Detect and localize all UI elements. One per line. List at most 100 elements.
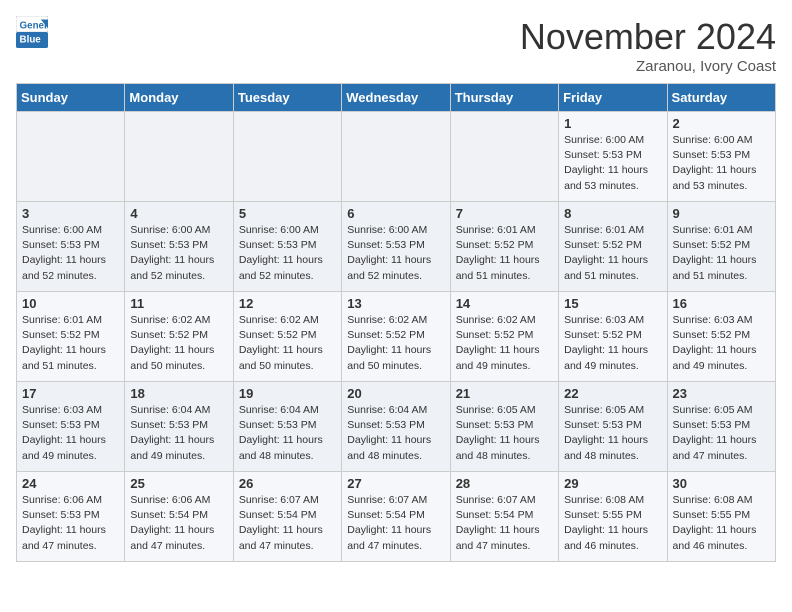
calendar-cell: 6 Sunrise: 6:00 AM Sunset: 5:53 PM Daylig… [342, 202, 450, 292]
day-info: Sunrise: 6:02 AM Sunset: 5:52 PM Dayligh… [239, 313, 336, 374]
calendar-cell: 4Sunrise: 6:00 AM Sunset: 5:53 PM Daylig… [125, 202, 233, 292]
calendar-cell: 8 Sunrise: 6:01 AM Sunset: 5:52 PM Daylig… [559, 202, 667, 292]
calendar-week-3: 10 Sunrise: 6:01 AM Sunset: 5:52 PM Dayli… [17, 292, 776, 382]
calendar-week-2: 3 Sunrise: 6:00 AM Sunset: 5:53 PM Daylig… [17, 202, 776, 292]
day-number: 5 [239, 206, 336, 221]
calendar-cell: 17 Sunrise: 6:03 AM Sunset: 5:53 PM Dayli… [17, 382, 125, 472]
day-header-monday: Monday [125, 84, 233, 112]
day-number: 14 [456, 296, 553, 311]
day-number: 15 [564, 296, 661, 311]
page-header: General Blue November 2024 Zaranou, Ivor… [16, 16, 776, 75]
day-info: Sunrise: 6:01 AM Sunset: 5:52 PM Dayligh… [564, 223, 661, 284]
day-info: Sunrise: 6:00 AM Sunset: 5:53 PM Dayligh… [564, 133, 661, 194]
day-info: Sunrise: 6:01 AM Sunset: 5:52 PM Dayligh… [456, 223, 553, 284]
day-info: Sunrise: 6:00 AM Sunset: 5:53 PM Dayligh… [673, 133, 770, 194]
day-number: 12 [239, 296, 336, 311]
day-info: Sunrise: 6:03 AM Sunset: 5:52 PM Dayligh… [673, 313, 770, 374]
day-info: Sunrise: 6:06 AM Sunset: 5:54 PM Dayligh… [130, 493, 227, 554]
day-info: Sunrise: 6:00 AM Sunset: 5:53 PM Dayligh… [347, 223, 444, 284]
title-block: November 2024 Zaranou, Ivory Coast [520, 16, 776, 75]
calendar-cell: 2Sunrise: 6:00 AM Sunset: 5:53 PM Daylig… [667, 112, 775, 202]
calendar-cell: 15 Sunrise: 6:03 AM Sunset: 5:52 PM Dayli… [559, 292, 667, 382]
day-number: 27 [347, 476, 444, 491]
calendar-cell: 22 Sunrise: 6:05 AM Sunset: 5:53 PM Dayli… [559, 382, 667, 472]
day-info: Sunrise: 6:02 AM Sunset: 5:52 PM Dayligh… [130, 313, 227, 374]
day-info: Sunrise: 6:07 AM Sunset: 5:54 PM Dayligh… [347, 493, 444, 554]
day-info: Sunrise: 6:07 AM Sunset: 5:54 PM Dayligh… [456, 493, 553, 554]
calendar-cell: 14Sunrise: 6:02 AM Sunset: 5:52 PM Dayli… [450, 292, 558, 382]
calendar-week-5: 24Sunrise: 6:06 AM Sunset: 5:53 PM Dayli… [17, 472, 776, 562]
svg-text:General: General [20, 20, 48, 31]
calendar-cell: 24Sunrise: 6:06 AM Sunset: 5:53 PM Dayli… [17, 472, 125, 562]
day-number: 7 [456, 206, 553, 221]
day-number: 22 [564, 386, 661, 401]
month-title: November 2024 [520, 16, 776, 58]
day-number: 9 [673, 206, 770, 221]
day-number: 28 [456, 476, 553, 491]
calendar-cell: 3 Sunrise: 6:00 AM Sunset: 5:53 PM Daylig… [17, 202, 125, 292]
calendar-cell: 9 Sunrise: 6:01 AM Sunset: 5:52 PM Daylig… [667, 202, 775, 292]
calendar-cell: 1 Sunrise: 6:00 AM Sunset: 5:53 PM Daylig… [559, 112, 667, 202]
day-info: Sunrise: 6:07 AM Sunset: 5:54 PM Dayligh… [239, 493, 336, 554]
day-number: 19 [239, 386, 336, 401]
day-number: 8 [564, 206, 661, 221]
day-info: Sunrise: 6:05 AM Sunset: 5:53 PM Dayligh… [673, 403, 770, 464]
day-number: 25 [130, 476, 227, 491]
day-info: Sunrise: 6:02 AM Sunset: 5:52 PM Dayligh… [347, 313, 444, 374]
calendar-cell: 18Sunrise: 6:04 AM Sunset: 5:53 PM Dayli… [125, 382, 233, 472]
day-info: Sunrise: 6:03 AM Sunset: 5:52 PM Dayligh… [564, 313, 661, 374]
day-header-friday: Friday [559, 84, 667, 112]
calendar-cell: 16 Sunrise: 6:03 AM Sunset: 5:52 PM Dayli… [667, 292, 775, 382]
day-header-sunday: Sunday [17, 84, 125, 112]
day-info: Sunrise: 6:05 AM Sunset: 5:53 PM Dayligh… [456, 403, 553, 464]
day-info: Sunrise: 6:00 AM Sunset: 5:53 PM Dayligh… [239, 223, 336, 284]
calendar-cell: 13 Sunrise: 6:02 AM Sunset: 5:52 PM Dayli… [342, 292, 450, 382]
location: Zaranou, Ivory Coast [520, 58, 776, 75]
day-info: Sunrise: 6:05 AM Sunset: 5:53 PM Dayligh… [564, 403, 661, 464]
day-number: 17 [22, 386, 119, 401]
day-number: 10 [22, 296, 119, 311]
day-header-tuesday: Tuesday [233, 84, 341, 112]
calendar-cell: 20Sunrise: 6:04 AM Sunset: 5:53 PM Dayli… [342, 382, 450, 472]
day-info: Sunrise: 6:04 AM Sunset: 5:53 PM Dayligh… [239, 403, 336, 464]
day-info: Sunrise: 6:08 AM Sunset: 5:55 PM Dayligh… [673, 493, 770, 554]
calendar-cell: 28 Sunrise: 6:07 AM Sunset: 5:54 PM Dayli… [450, 472, 558, 562]
calendar-cell [17, 112, 125, 202]
calendar-cell: 12 Sunrise: 6:02 AM Sunset: 5:52 PM Dayli… [233, 292, 341, 382]
calendar-cell: 30Sunrise: 6:08 AM Sunset: 5:55 PM Dayli… [667, 472, 775, 562]
calendar-week-4: 17 Sunrise: 6:03 AM Sunset: 5:53 PM Dayli… [17, 382, 776, 472]
day-number: 3 [22, 206, 119, 221]
svg-text:Blue: Blue [20, 35, 42, 46]
calendar-cell [450, 112, 558, 202]
day-info: Sunrise: 6:06 AM Sunset: 5:53 PM Dayligh… [22, 493, 119, 554]
day-info: Sunrise: 6:08 AM Sunset: 5:55 PM Dayligh… [564, 493, 661, 554]
logo: General Blue [16, 16, 48, 48]
logo-icon: General Blue [16, 16, 48, 48]
day-header-wednesday: Wednesday [342, 84, 450, 112]
header-row: SundayMondayTuesdayWednesdayThursdayFrid… [17, 84, 776, 112]
day-number: 16 [673, 296, 770, 311]
calendar-cell: 25 Sunrise: 6:06 AM Sunset: 5:54 PM Dayli… [125, 472, 233, 562]
day-number: 1 [564, 116, 661, 131]
calendar-cell: 11 Sunrise: 6:02 AM Sunset: 5:52 PM Dayli… [125, 292, 233, 382]
day-number: 11 [130, 296, 227, 311]
calendar-week-1: 1 Sunrise: 6:00 AM Sunset: 5:53 PM Daylig… [17, 112, 776, 202]
day-info: Sunrise: 6:01 AM Sunset: 5:52 PM Dayligh… [673, 223, 770, 284]
day-number: 6 [347, 206, 444, 221]
calendar-cell [233, 112, 341, 202]
calendar-cell: 23 Sunrise: 6:05 AM Sunset: 5:53 PM Dayli… [667, 382, 775, 472]
day-info: Sunrise: 6:04 AM Sunset: 5:53 PM Dayligh… [130, 403, 227, 464]
day-number: 26 [239, 476, 336, 491]
calendar-cell: 29Sunrise: 6:08 AM Sunset: 5:55 PM Dayli… [559, 472, 667, 562]
calendar-cell [125, 112, 233, 202]
calendar-cell: 19 Sunrise: 6:04 AM Sunset: 5:53 PM Dayli… [233, 382, 341, 472]
day-info: Sunrise: 6:01 AM Sunset: 5:52 PM Dayligh… [22, 313, 119, 374]
day-number: 13 [347, 296, 444, 311]
day-info: Sunrise: 6:03 AM Sunset: 5:53 PM Dayligh… [22, 403, 119, 464]
day-info: Sunrise: 6:00 AM Sunset: 5:53 PM Dayligh… [22, 223, 119, 284]
calendar-cell [342, 112, 450, 202]
day-number: 23 [673, 386, 770, 401]
day-number: 21 [456, 386, 553, 401]
calendar-table: SundayMondayTuesdayWednesdayThursdayFrid… [16, 83, 776, 562]
day-number: 4 [130, 206, 227, 221]
